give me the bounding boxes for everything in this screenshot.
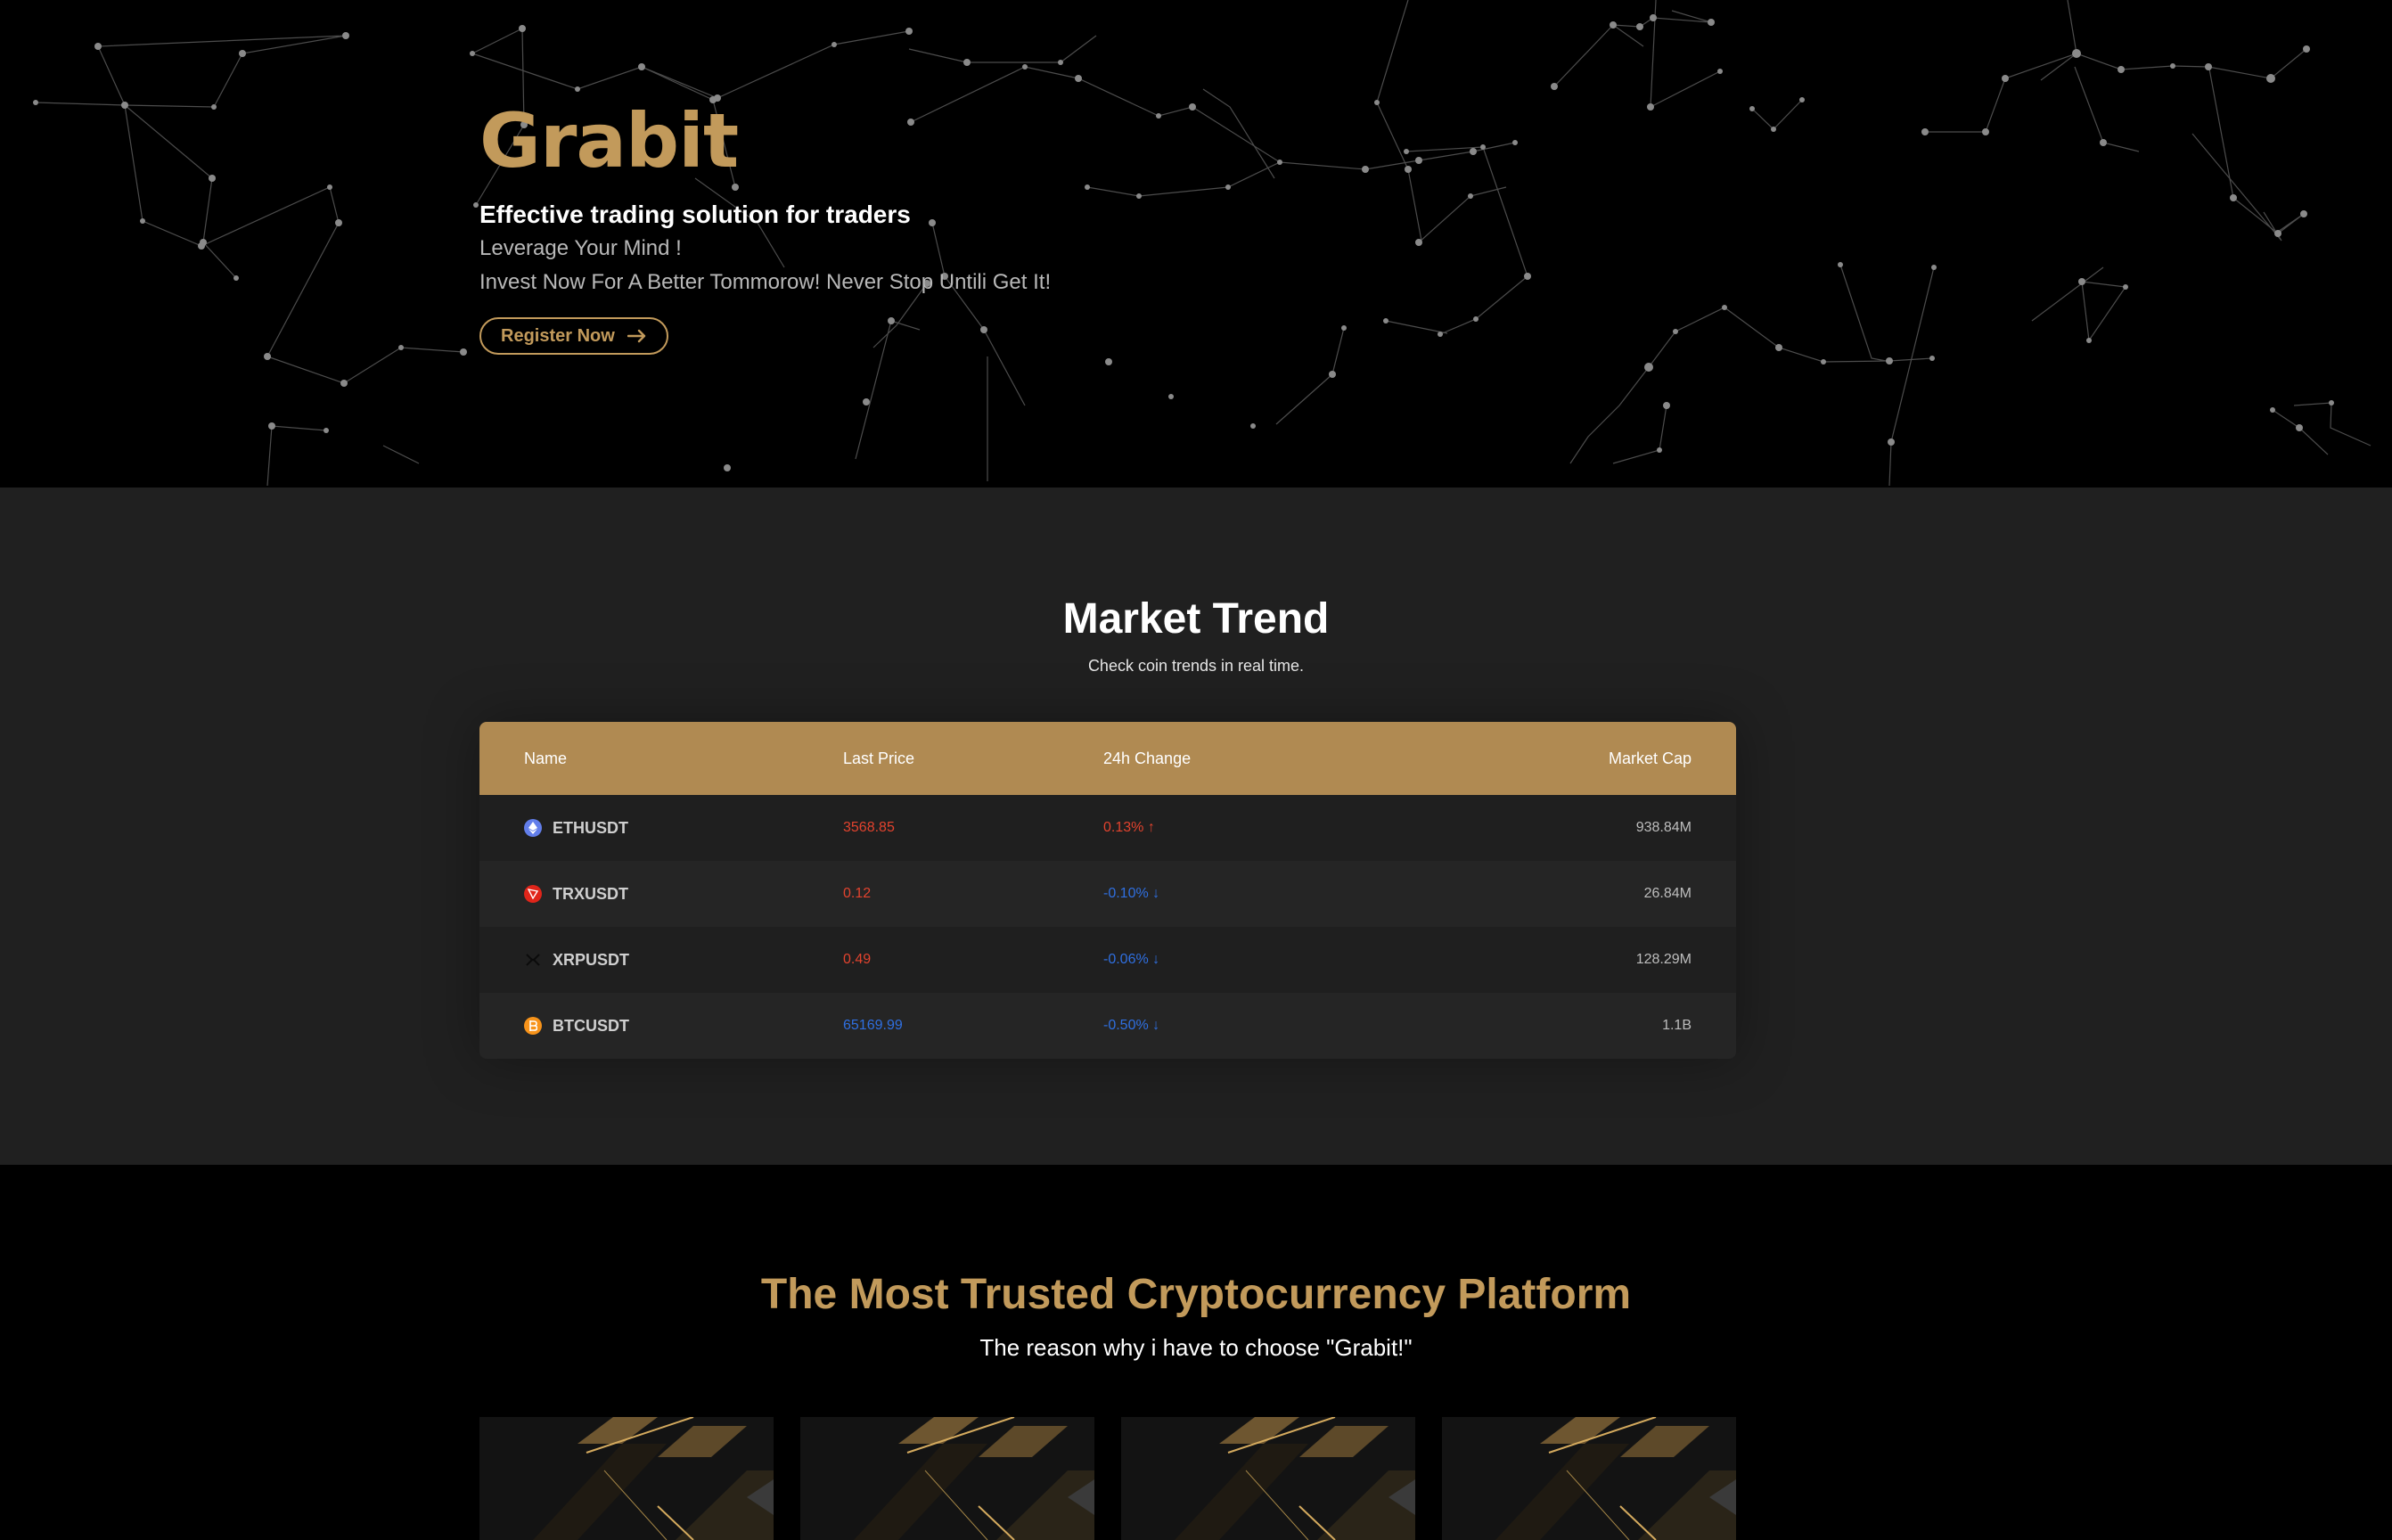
market-table: Name Last Price 24h Change Market Cap ET… [479, 722, 1736, 1059]
coin-cell: ETHUSDT [479, 819, 843, 838]
market-cap: 128.29M [1635, 952, 1692, 967]
market-trend-subtitle: Check coin trends in real time. [1087, 657, 1305, 675]
xrp-icon [524, 951, 542, 969]
feature-cards [479, 1417, 1736, 1540]
coin-name: XRPUSDT [553, 950, 630, 969]
trusted-platform-title: The Most Trusted Cryptocurrency Platform [760, 1271, 1632, 1318]
register-now-label: Register Now [501, 325, 615, 346]
coin-name: ETHUSDT [553, 818, 628, 837]
hero-line-1: Leverage Your Mind ! [479, 236, 682, 260]
hero-tagline: Effective trading solution for traders [479, 201, 911, 228]
last-price: 3568.85 [843, 820, 895, 835]
market-cap: 1.1B [1662, 1018, 1692, 1033]
change-24h: 0.13% ↑ [1103, 820, 1155, 835]
table-row[interactable]: BTCUSDT 65169.99 -0.50% ↓ 1.1B [479, 993, 1736, 1059]
coin-name: BTCUSDT [553, 1016, 629, 1035]
card-decoration-image [479, 1417, 774, 1540]
column-header-name[interactable]: Name [479, 750, 843, 768]
feature-card[interactable] [1121, 1417, 1415, 1540]
btc-icon [524, 1017, 542, 1035]
market-trend-section: Market Trend Check coin trends in real t… [0, 487, 2392, 1165]
change-24h: -0.06% ↓ [1103, 952, 1160, 967]
feature-card[interactable] [1442, 1417, 1736, 1540]
arrow-right-icon [627, 329, 646, 343]
table-header: Name Last Price 24h Change Market Cap [479, 722, 1736, 795]
column-header-last-price[interactable]: Last Price [843, 750, 1103, 768]
table-body: ETHUSDT 3568.85 0.13% ↑ 938.84M TRXUSDT … [479, 795, 1736, 1059]
market-cap: 938.84M [1635, 820, 1692, 835]
card-decoration-image [1121, 1417, 1415, 1540]
change-24h: -0.50% ↓ [1103, 1018, 1160, 1033]
feature-card[interactable] [479, 1417, 774, 1540]
brand-title: Grabit [479, 97, 739, 184]
coin-name: TRXUSDT [553, 884, 628, 903]
feature-card[interactable] [800, 1417, 1094, 1540]
trusted-platform-subtitle: The reason why i have to choose "Grabit!… [979, 1334, 1413, 1361]
hero-section: Grabit Effective trading solution for tr… [0, 0, 2392, 487]
coin-cell: BTCUSDT [479, 1017, 843, 1036]
market-cap: 26.84M [1643, 886, 1692, 901]
card-decoration-image [1442, 1417, 1736, 1540]
table-row[interactable]: TRXUSDT 0.12 -0.10% ↓ 26.84M [479, 861, 1736, 927]
register-now-button[interactable]: Register Now [479, 317, 668, 355]
column-header-market-cap[interactable]: Market Cap [1460, 750, 1736, 768]
hero-line-2: Invest Now For A Better Tommorow! Never … [479, 270, 1052, 294]
coin-cell: XRPUSDT [479, 951, 843, 970]
card-decoration-image [800, 1417, 1094, 1540]
trusted-platform-section: The Most Trusted Cryptocurrency Platform… [0, 1165, 2392, 1540]
eth-icon [524, 819, 542, 837]
column-header-24h-change[interactable]: 24h Change [1103, 750, 1460, 768]
last-price: 0.12 [843, 886, 872, 901]
change-24h: -0.10% ↓ [1103, 886, 1160, 901]
hero-content: Grabit Effective trading solution for tr… [479, 96, 1549, 355]
trx-icon [524, 885, 542, 903]
coin-cell: TRXUSDT [479, 885, 843, 904]
market-trend-title: Market Trend [1062, 595, 1330, 643]
last-price: 65169.99 [843, 1018, 903, 1033]
last-price: 0.49 [843, 952, 872, 967]
table-row[interactable]: XRPUSDT 0.49 -0.06% ↓ 128.29M [479, 927, 1736, 993]
table-row[interactable]: ETHUSDT 3568.85 0.13% ↑ 938.84M [479, 795, 1736, 861]
